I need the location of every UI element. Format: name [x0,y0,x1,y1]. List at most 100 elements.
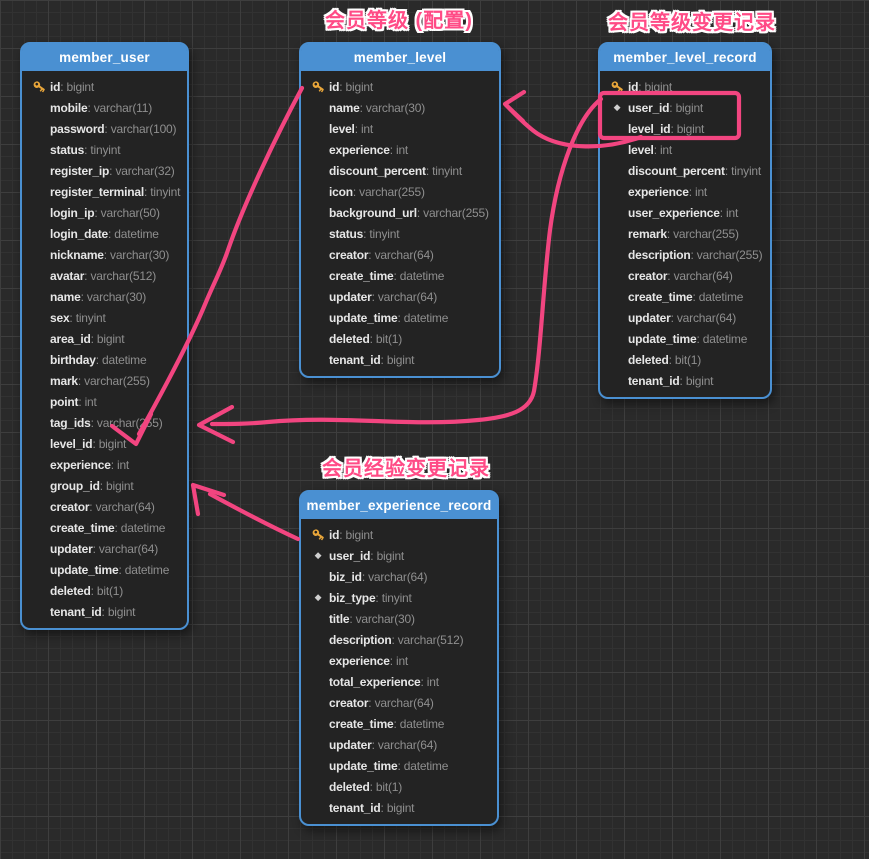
field-name: updater [50,542,93,556]
field-type: : varchar(64) [89,500,154,514]
field-type: : varchar(255) [667,227,739,241]
field-type: : varchar(64) [372,738,437,752]
field-name: background_url [329,206,417,220]
field-type: : bigint [102,605,136,619]
field-type: : varchar(255) [353,185,425,199]
field-name: id [329,528,339,542]
field-type: : bigint [339,80,373,94]
field-row: level_id: bigint [606,118,766,139]
index-diamond-icon: ◆ [307,550,329,561]
field-row: register_ip: varchar(32) [28,160,183,181]
field-row: create_time: datetime [307,265,495,286]
field-type: : tinyint [363,227,399,241]
field-name: experience [628,185,689,199]
field-name: title [329,612,349,626]
field-name: total_experience [329,675,421,689]
field-row: level: int [307,118,495,139]
field-row: updater: varchar(64) [28,538,183,559]
table-member-experience-record[interactable]: member_experience_record id: bigint◆user… [299,490,499,826]
field-name: remark [628,227,667,241]
field-name: sex [50,311,69,325]
field-name: deleted [50,584,91,598]
field-type: : bigint [680,374,714,388]
field-name: name [50,290,81,304]
field-row: remark: varchar(255) [606,223,766,244]
field-name: id [50,80,60,94]
field-type: : varchar(512) [391,633,463,647]
field-type: : varchar(64) [667,269,732,283]
field-type: : bigint [339,528,373,542]
field-name: deleted [628,353,669,367]
field-name: updater [329,738,372,752]
field-name: tenant_id [50,605,102,619]
field-type: : tinyint [725,164,761,178]
table-fields: id: bigintname: varchar(30)level: intexp… [301,71,499,376]
field-name: tenant_id [329,801,381,815]
field-row: deleted: bit(1) [307,776,493,797]
annotation-label-member-level: 会员等级 (配置) [325,4,473,33]
field-type: : tinyint [426,164,462,178]
field-type: : bigint [92,437,126,451]
table-title[interactable]: member_level [301,44,499,71]
primary-key-icon [311,527,326,542]
field-name: name [329,101,360,115]
field-name: mobile [50,101,87,115]
field-name: area_id [50,332,91,346]
table-title[interactable]: member_level_record [600,44,770,71]
field-type: : bit(1) [91,584,123,598]
field-name: experience [329,654,390,668]
field-type: : int [355,122,373,136]
field-row: create_time: datetime [606,286,766,307]
field-name: updater [628,311,671,325]
primary-key-icon [311,79,326,94]
field-type: : varchar(64) [368,696,433,710]
table-title[interactable]: member_user [22,44,187,71]
field-row: birthday: datetime [28,349,183,370]
field-row: updater: varchar(64) [307,734,493,755]
field-type: : varchar(255) [690,248,762,262]
field-row: user_experience: int [606,202,766,223]
field-name: mark [50,374,78,388]
field-name: update_time [329,311,397,325]
field-row: discount_percent: tinyint [307,160,495,181]
annotation-label-member-experience-record: 会员经验变更记录 [322,452,490,481]
table-member-level[interactable]: member_level id: bigintname: varchar(30)… [299,42,501,378]
field-type: : varchar(64) [93,542,158,556]
table-fields: id: bigintmobile: varchar(11)password: v… [22,71,187,628]
field-row: avatar: varchar(512) [28,265,183,286]
field-type: : datetime [693,290,744,304]
field-name: user_id [628,101,669,115]
field-name: tenant_id [329,353,381,367]
field-name: deleted [329,332,370,346]
annotation-label-member-level-record: 会员等级变更记录 [608,6,776,35]
field-row: experience: int [307,650,493,671]
field-type: : tinyint [144,185,180,199]
field-name: creator [329,696,368,710]
table-title[interactable]: member_experience_record [301,492,497,519]
field-name: experience [329,143,390,157]
arrowhead-levelrecord-to-user [199,407,233,442]
field-row: biz_id: varchar(64) [307,566,493,587]
field-type: : varchar(30) [104,248,169,262]
table-member-level-record[interactable]: member_level_record id: bigint◆user_id: … [598,42,772,399]
field-row: password: varchar(100) [28,118,183,139]
field-type: : varchar(30) [360,101,425,115]
field-row: discount_percent: tinyint [606,160,766,181]
field-type: : int [111,458,129,472]
field-row: experience: int [606,181,766,202]
field-name: password [50,122,104,136]
field-row: creator: varchar(64) [307,244,495,265]
field-name: register_terminal [50,185,144,199]
field-name: update_time [50,563,118,577]
field-row: login_ip: varchar(50) [28,202,183,223]
field-type: : varchar(64) [671,311,736,325]
primary-key-icon [28,79,50,94]
field-type: : tinyint [84,143,120,157]
table-member-user[interactable]: member_user id: bigintmobile: varchar(11… [20,42,189,630]
field-row: level: int [606,139,766,160]
field-type: : datetime [118,563,169,577]
field-row: experience: int [28,454,183,475]
field-row: total_experience: int [307,671,493,692]
primary-key-icon [610,79,625,94]
field-row: deleted: bit(1) [606,349,766,370]
